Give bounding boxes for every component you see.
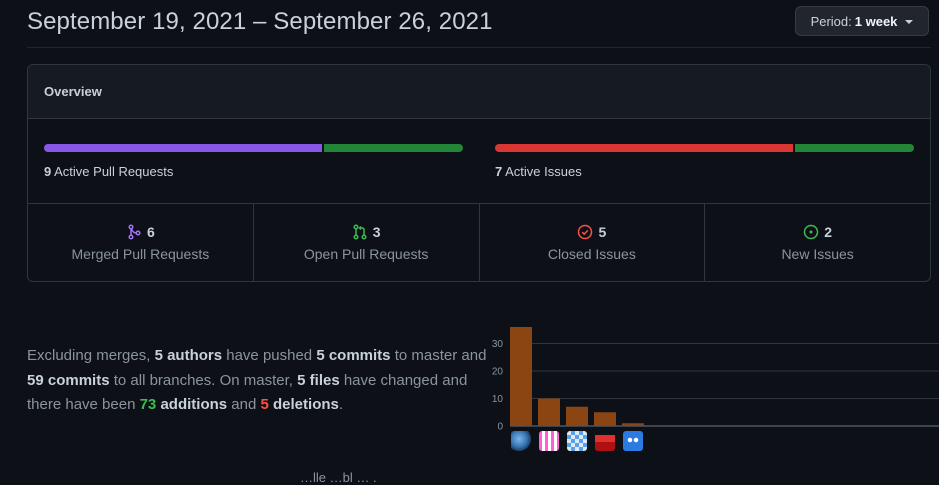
issue-opened-icon: [803, 224, 819, 240]
commit-bar[interactable]: [538, 398, 560, 427]
commit-bar[interactable]: [594, 412, 616, 426]
additions-word: additions: [156, 396, 228, 413]
y-tick-label: 10: [492, 394, 504, 405]
merged-label: Merged Pull Requests: [71, 245, 210, 262]
author-avatar[interactable]: [595, 431, 615, 451]
active-issues-count: 7: [495, 164, 503, 179]
commit-bar[interactable]: [510, 327, 532, 426]
new-label: New Issues: [781, 245, 854, 262]
summary-text: have pushed: [222, 347, 317, 364]
period-value: 1 week: [854, 13, 898, 29]
period-dropdown-button[interactable]: Period: 1 week: [795, 6, 929, 36]
git-merge-icon: [126, 223, 142, 240]
cut-off-text: …lle …bl … .: [300, 470, 377, 485]
summary-text: and: [227, 396, 261, 413]
y-tick-label: 30: [492, 339, 504, 350]
page-title: September 19, 2021 – September 26, 2021: [27, 8, 493, 35]
summary-text: to master and: [390, 347, 487, 364]
deletions-word: deletions: [268, 396, 339, 413]
open-segment: [324, 144, 463, 152]
merged-count: 6: [146, 223, 155, 240]
branch-commits-count: 59 commits: [27, 371, 110, 389]
issue-closed-icon: [577, 224, 593, 240]
period-prefix: Period:: [810, 13, 852, 29]
commit-bar[interactable]: [566, 406, 588, 426]
active-pull-requests-link[interactable]: 9 Active Pull Requests: [44, 164, 173, 179]
files-count: 5 files: [297, 371, 340, 389]
overview-heading: Overview: [28, 65, 930, 119]
closed-issues-stat[interactable]: 5 Closed Issues: [480, 204, 706, 281]
closed-segment: [495, 144, 793, 152]
pull-requests-progress-bar[interactable]: [44, 144, 463, 152]
overview-stats: 6 Merged Pull Requests 3 Open Pull Reque…: [28, 204, 930, 281]
open-count: 3: [372, 223, 381, 240]
authors-count: 5 authors: [154, 347, 223, 364]
merged-pull-requests-stat[interactable]: 6 Merged Pull Requests: [28, 204, 254, 281]
issues-progress-bar[interactable]: [495, 144, 914, 152]
summary-text: to all branches. On master,: [109, 371, 298, 389]
active-issues-label: Active Issues: [505, 164, 582, 179]
author-avatar[interactable]: [567, 431, 587, 451]
open-label: Open Pull Requests: [303, 245, 429, 262]
master-commits-count: 5 commits: [316, 347, 391, 364]
merged-segment: [44, 144, 322, 152]
author-avatar[interactable]: [511, 431, 531, 451]
closed-count: 5: [598, 223, 607, 240]
commits-chart: 0 10 20 30: [485, 320, 939, 460]
active-issues-link[interactable]: 7 Active Issues: [495, 164, 582, 179]
new-count: 2: [824, 223, 833, 240]
summary-text: .: [338, 396, 344, 413]
new-issues-stat[interactable]: 2 New Issues: [705, 204, 930, 281]
y-tick-label: 20: [492, 367, 504, 378]
closed-label: Closed Issues: [547, 245, 636, 262]
deletions-number: 5: [260, 396, 269, 413]
author-avatar[interactable]: [539, 431, 559, 451]
open-pull-requests-stat[interactable]: 3 Open Pull Requests: [254, 204, 480, 281]
overview-panel: Overview 9 Active Pull Requests 7 Active…: [27, 64, 931, 282]
author-avatar[interactable]: [623, 431, 643, 451]
new-segment: [794, 144, 914, 152]
active-pull-requests-count: 9: [44, 164, 52, 179]
commit-summary: Excluding merges, 5 authors have pushed …: [27, 344, 487, 418]
additions-number: 73: [139, 396, 157, 413]
git-pull-request-icon: [352, 223, 368, 240]
divider: [27, 47, 931, 48]
y-tick-label: 0: [497, 422, 503, 433]
overview-bars: 9 Active Pull Requests 7 Active Issues: [28, 119, 930, 204]
commit-bar[interactable]: [622, 423, 644, 426]
summary-text: Excluding merges,: [27, 347, 155, 364]
caret-down-icon: [905, 19, 914, 24]
active-pull-requests-label: Active Pull Requests: [54, 164, 174, 179]
